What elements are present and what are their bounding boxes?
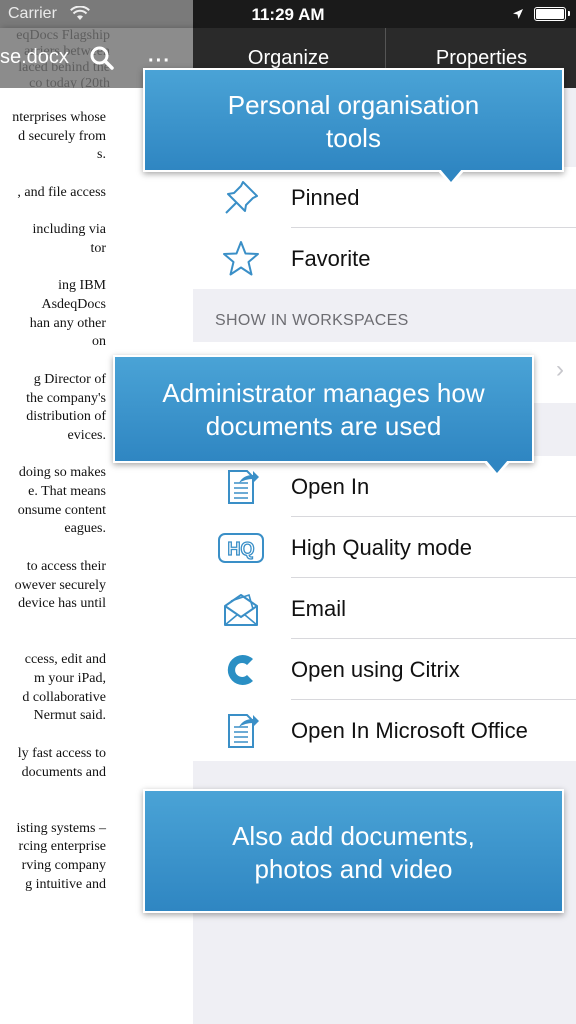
document-text-line: rving company (21, 858, 106, 873)
pinned-label: Pinned (291, 185, 360, 210)
callout-bottom-text: Also add documents, photos and video (232, 821, 475, 884)
document-text-line: d collaborative (22, 689, 106, 705)
document-text-line: nterprises whose (12, 110, 106, 125)
organize-item-pinned[interactable]: Pinned (193, 167, 576, 228)
document-text-line: on (92, 334, 106, 350)
document-text-line: rcing enterprise (18, 839, 106, 855)
open-in-icon (221, 467, 261, 507)
document-text-line: owever securely (14, 577, 106, 593)
document-text-line: evices. (67, 427, 106, 443)
citrix-label: Open using Citrix (291, 657, 460, 682)
document-text-line: Nermut said. (33, 708, 106, 724)
actions-section: Open In HQ High Quality mode Email Open … (193, 456, 576, 761)
pin-icon (221, 178, 261, 218)
action-open-using-citrix[interactable]: Open using Citrix (193, 639, 576, 700)
chevron-right-icon: › (556, 356, 564, 383)
action-high-quality-mode[interactable]: HQ High Quality mode (193, 517, 576, 578)
search-icon[interactable] (89, 45, 115, 76)
document-text-line: g intuitive and (25, 876, 106, 892)
document-text-line: d securely from (18, 128, 106, 144)
callout-top-text: Personal organisation tools (227, 90, 480, 153)
open-in-label: Open In (291, 474, 370, 499)
callout-administrator: Administrator manages how documents are … (113, 355, 534, 477)
document-text-line: han any other (29, 315, 106, 331)
document-text-line: doing so makes (18, 465, 106, 481)
document-text-line: distribution of (26, 409, 106, 425)
document-text-line: ly fast access to (17, 745, 106, 761)
status-time: 11:29 AM (251, 5, 325, 24)
citrix-icon (221, 650, 261, 690)
document-text-line: tor (90, 240, 106, 256)
document-header-line: eqDocs Flagship (16, 28, 110, 43)
organize-item-favorite[interactable]: Favorite (193, 228, 576, 289)
document-text-line: , and file access (17, 184, 106, 200)
svg-text:HQ: HQ (228, 539, 255, 559)
battery-icon (534, 7, 570, 21)
document-header-line: co today (20th (29, 76, 110, 88)
document-text-line: ccess, edit and (24, 652, 106, 668)
callout-add-documents: Also add documents, photos and video (143, 789, 564, 913)
document-text-line: g Director of (33, 371, 106, 387)
callout-middle-text: Administrator manages how documents are … (162, 378, 485, 441)
action-open-in-microsoft-office[interactable]: Open In Microsoft Office (193, 700, 576, 761)
document-text-line: onsume content (17, 502, 106, 518)
callout-personal-organisation: Personal organisation tools (143, 68, 564, 186)
document-text-line: m your iPad, (34, 671, 106, 686)
status-bar: Carrier 11:29 AM (0, 0, 576, 28)
document-text-line: including via (32, 222, 107, 238)
document-text-line: isting systems – (16, 820, 106, 836)
email-icon (221, 589, 261, 629)
open-in-office-icon (221, 711, 261, 751)
document-text-line: e. That means (28, 484, 106, 499)
action-email[interactable]: Email (193, 578, 576, 639)
document-title[interactable]: se.docx (0, 46, 69, 69)
document-text-line: eagues. (64, 521, 106, 537)
document-text-line: AsdeqDocs (41, 297, 106, 312)
favorite-label: Favorite (291, 246, 371, 271)
document-text-line: documents and (21, 764, 106, 780)
document-text-line: device has until (18, 596, 106, 612)
action-open-in[interactable]: Open In (193, 456, 576, 517)
document-text-line: to access their (26, 558, 106, 574)
open-in-office-label: Open In Microsoft Office (291, 718, 528, 743)
high-quality-label: High Quality mode (291, 535, 472, 560)
document-text-line: the company's (26, 390, 106, 406)
document-text-line: ing IBM (58, 278, 106, 294)
location-arrow-icon (512, 7, 524, 25)
hq-icon: HQ (217, 528, 265, 568)
email-label: Email (291, 596, 347, 621)
star-icon (221, 239, 261, 279)
workspaces-header: SHOW IN WORKSPACES (215, 312, 409, 329)
document-text-line: s. (97, 147, 106, 163)
organize-section: Pinned Favorite (193, 167, 576, 289)
